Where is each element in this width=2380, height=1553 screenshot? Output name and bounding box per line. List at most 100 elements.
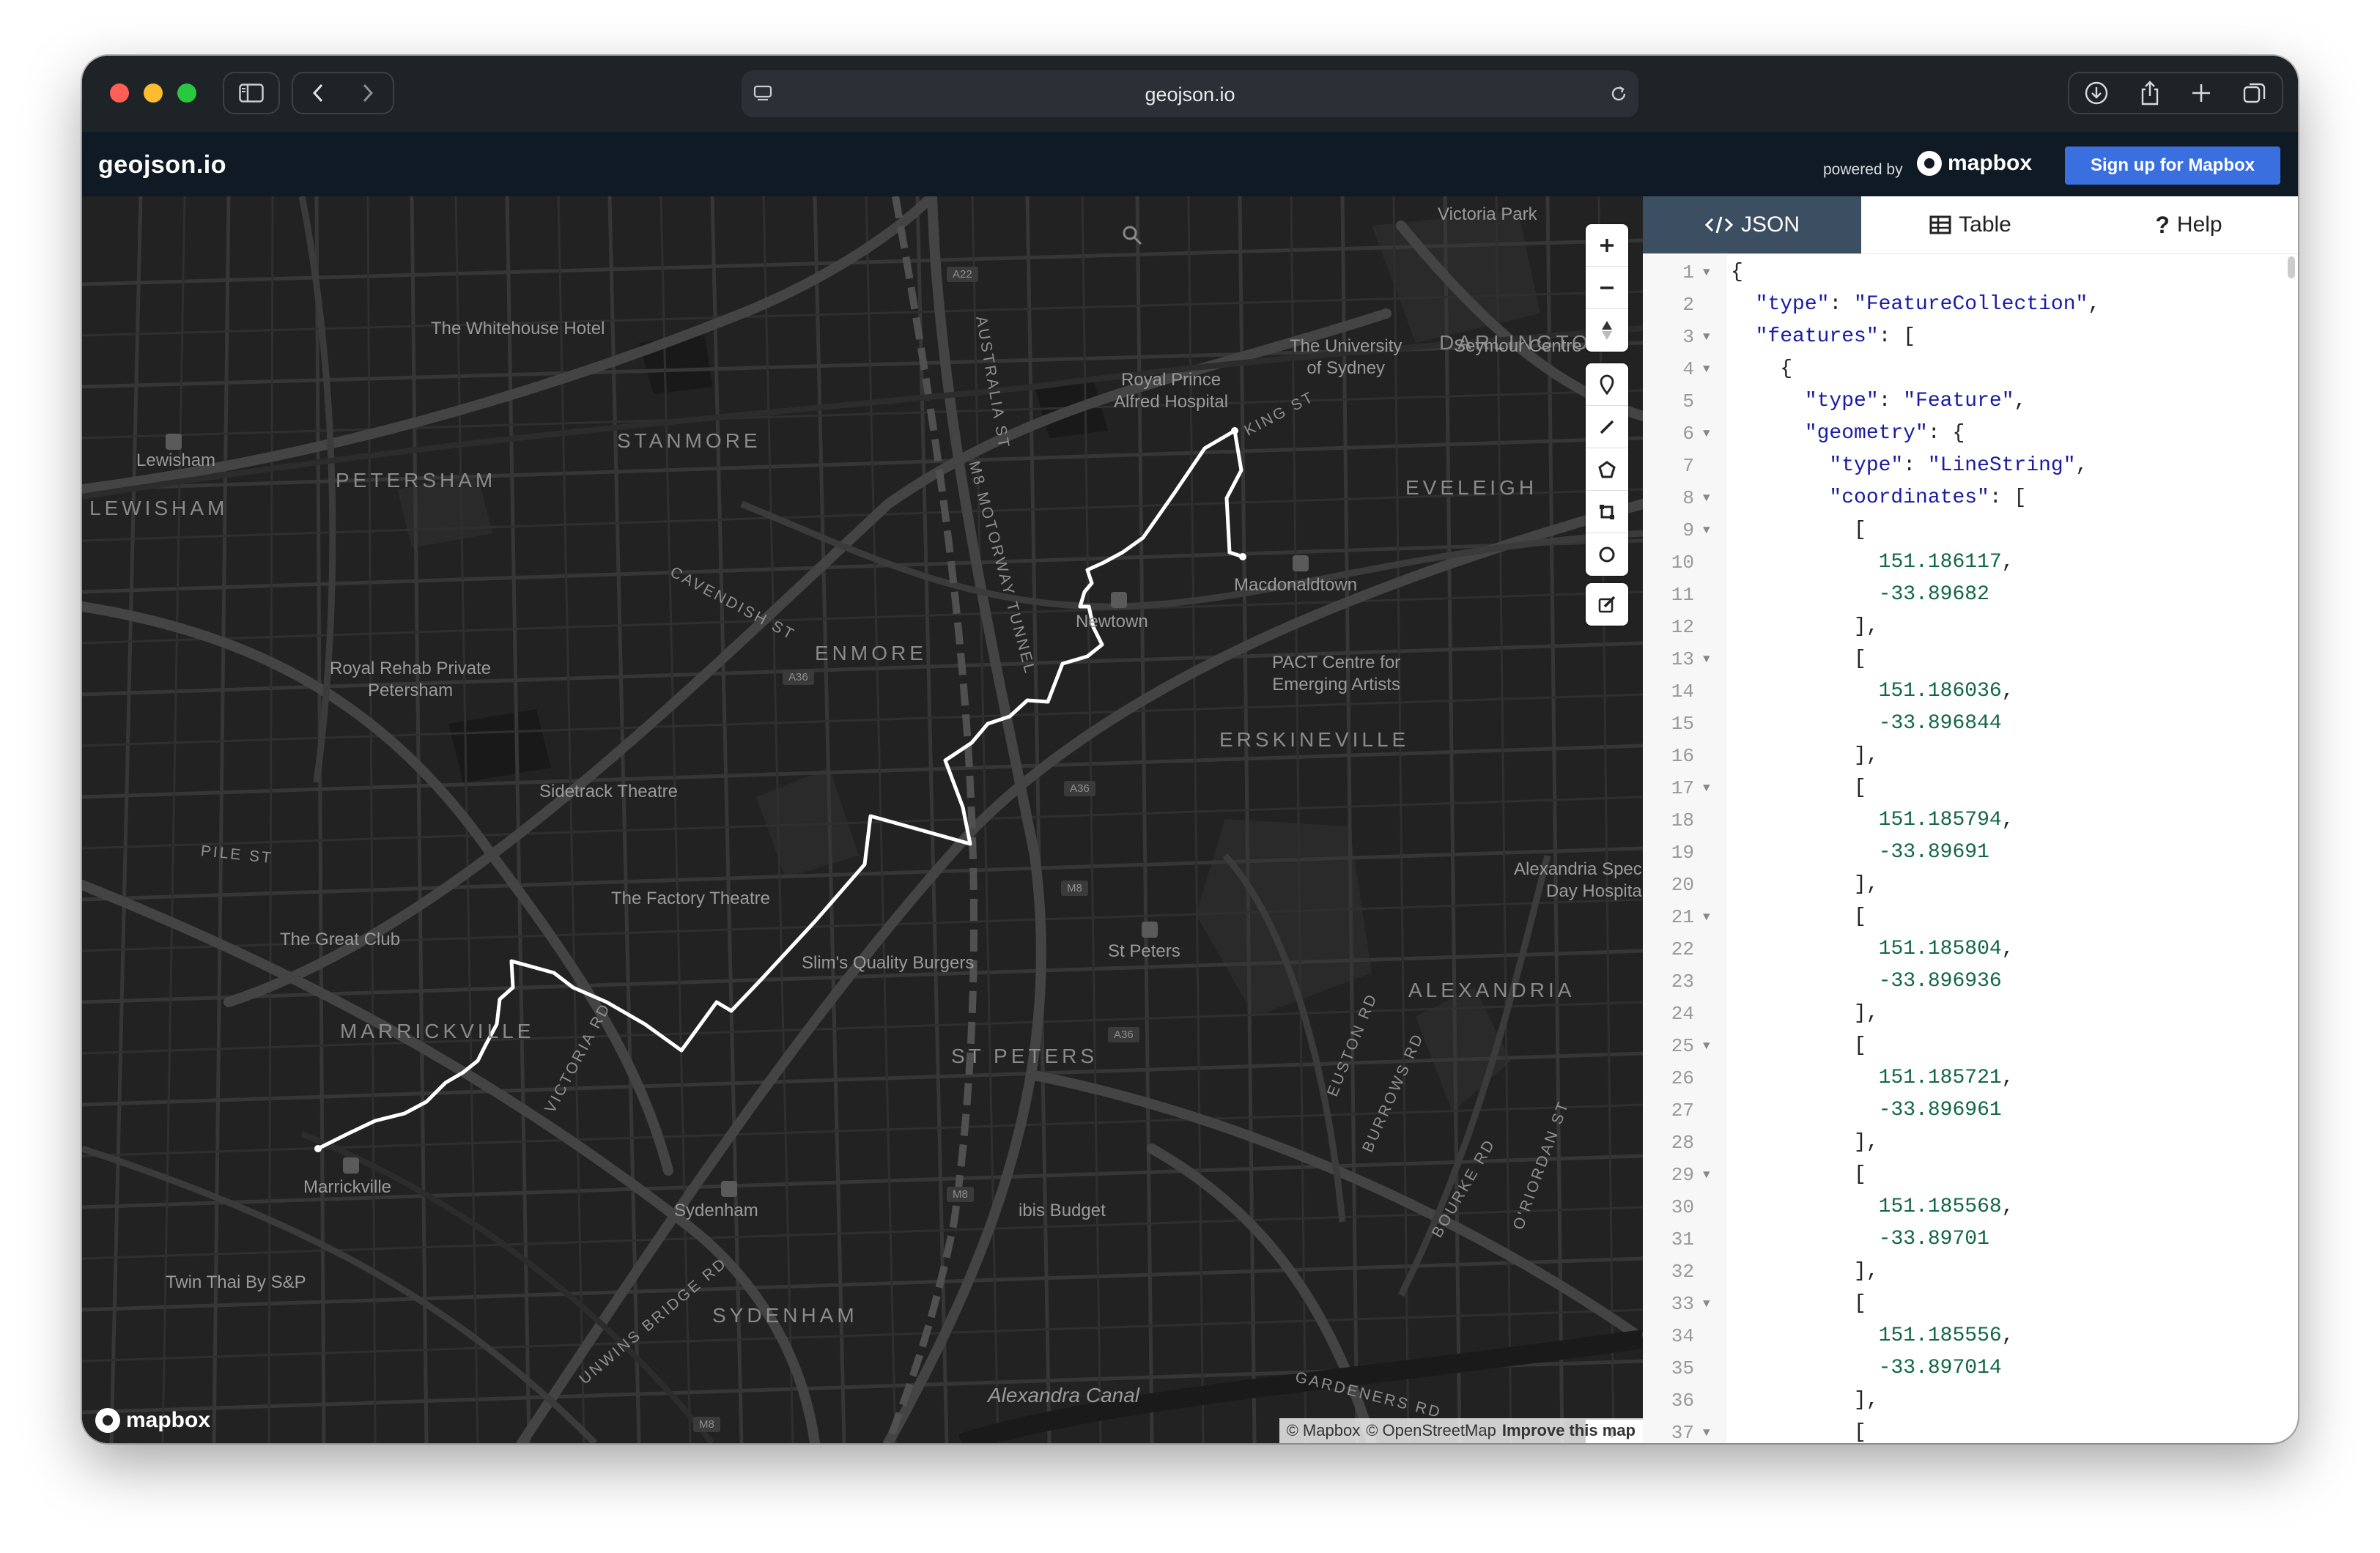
code-line[interactable]: 26 151.185721, [1643, 1062, 2298, 1094]
code-text: 151.186036, [1878, 680, 2014, 703]
tab-overview-icon[interactable] [2242, 81, 2267, 105]
new-tab-icon[interactable] [2190, 82, 2212, 104]
code-line[interactable]: 37 ▼ [ [1643, 1417, 2298, 1443]
fold-toggle-icon[interactable]: ▼ [1703, 901, 1710, 933]
table-icon [1929, 215, 1951, 234]
download-icon[interactable] [2084, 81, 2109, 105]
map-attribution: © Mapbox © OpenStreetMap Improve this ma… [1279, 1418, 1643, 1443]
code-line[interactable]: 2 "type": "FeatureCollection", [1643, 289, 2298, 321]
search-icon[interactable] [1121, 224, 1143, 246]
area-label-lewisham: LEWISHAM [89, 497, 229, 519]
fold-toggle-icon[interactable]: ▼ [1703, 1159, 1710, 1191]
fold-toggle-icon[interactable]: ▼ [1703, 514, 1710, 546]
edit-features-button[interactable] [1586, 583, 1628, 626]
fold-toggle-icon[interactable]: ▼ [1703, 353, 1710, 385]
code-text: [ [1731, 1421, 1866, 1443]
code-line[interactable]: 12 ], [1643, 611, 2298, 643]
code-line[interactable]: 24 ], [1643, 998, 2298, 1030]
zoom-in-button[interactable] [1586, 224, 1628, 267]
fold-toggle-icon[interactable]: ▼ [1703, 418, 1710, 450]
code-line[interactable]: 4 ▼ { [1643, 353, 2298, 385]
editor-scrollbar[interactable] [2288, 256, 2295, 278]
code-line[interactable]: 19 -33.89691 [1643, 837, 2298, 869]
draw-point-button[interactable] [1586, 363, 1628, 406]
mapbox-attribution-link[interactable]: © Mapbox [1287, 1421, 1361, 1440]
code-line[interactable]: 30 151.185568, [1643, 1191, 2298, 1223]
fold-toggle-icon[interactable]: ▼ [1703, 1030, 1710, 1062]
code-line[interactable]: 22 151.185804, [1643, 933, 2298, 965]
code-line[interactable]: 36 ], [1643, 1385, 2298, 1417]
code-line[interactable]: 16 ], [1643, 740, 2298, 772]
code-line[interactable]: 31 -33.89701 [1643, 1223, 2298, 1256]
code-line[interactable]: 27 -33.896961 [1643, 1094, 2298, 1127]
code-line[interactable]: 33 ▼ [ [1643, 1288, 2298, 1320]
code-line[interactable]: 18 151.185794, [1643, 804, 2298, 837]
compass-button[interactable] [1586, 309, 1628, 352]
train-station-icon [1142, 922, 1158, 938]
zoom-out-button[interactable] [1586, 267, 1628, 309]
fold-toggle-icon[interactable]: ▼ [1703, 256, 1710, 289]
fold-toggle-icon[interactable]: ▼ [1703, 1417, 1710, 1443]
code-line[interactable]: 21 ▼ [ [1643, 901, 2298, 933]
sidebar-toggle-button[interactable] [223, 72, 280, 114]
code-line[interactable]: 8 ▼ "coordinates": [ [1643, 482, 2298, 514]
improve-map-link[interactable]: Improve this map [1502, 1421, 1636, 1440]
json-editor[interactable]: 1 ▼ {2 "type": "FeatureCollection", 3 ▼ "fea… [1643, 253, 2298, 1443]
code-line[interactable]: 11 -33.89682 [1643, 579, 2298, 611]
place-label-lewisham: Lewisham [136, 451, 216, 470]
code-line[interactable]: 14 151.186036, [1643, 675, 2298, 708]
mapbox-header-logo[interactable]: mapbox [1917, 151, 2032, 176]
code-text: -33.896844 [1878, 712, 2002, 735]
draw-polygon-button[interactable] [1586, 448, 1628, 491]
line-number: 37 [1671, 1422, 1694, 1443]
code-line[interactable]: 35 -33.897014 [1643, 1352, 2298, 1385]
fold-toggle-icon[interactable]: ▼ [1703, 482, 1710, 514]
code-line[interactable]: 28 ], [1643, 1127, 2298, 1159]
code-line[interactable]: 10 151.186117, [1643, 546, 2298, 579]
app-title[interactable]: geojson.io [98, 151, 226, 179]
draw-rectangle-button[interactable] [1586, 491, 1628, 533]
line-number: 8 [1682, 487, 1694, 509]
zoom-window-button[interactable] [177, 84, 196, 103]
code-line[interactable]: 23 -33.896936 [1643, 965, 2298, 998]
code-line[interactable]: 20 ], [1643, 869, 2298, 901]
code-line[interactable]: 3 ▼ "features": [ [1643, 321, 2298, 353]
share-icon[interactable] [2139, 80, 2161, 106]
code-line[interactable]: 6 ▼ "geometry": { [1643, 418, 2298, 450]
tab-json[interactable]: JSON [1643, 196, 1861, 253]
code-text: ], [1731, 615, 1879, 638]
code-line[interactable]: 34 151.185556, [1643, 1320, 2298, 1352]
forward-button[interactable] [343, 84, 393, 103]
code-line[interactable]: 13 ▼ [ [1643, 643, 2298, 675]
map-canvas[interactable]: STANMORE PETERSHAM LEWISHAM ENMORE ERSKI… [82, 196, 1643, 1443]
code-line[interactable]: 17 ▼ [ [1643, 772, 2298, 804]
fold-toggle-icon[interactable]: ▼ [1703, 321, 1710, 353]
address-bar[interactable]: geojson.io [742, 70, 1638, 117]
minimize-window-button[interactable] [144, 84, 163, 103]
mapbox-map-logo[interactable]: mapbox [95, 1408, 210, 1433]
code-line[interactable]: 29 ▼ [ [1643, 1159, 2298, 1191]
signup-button[interactable]: Sign up for Mapbox [2065, 147, 2280, 185]
code-line[interactable]: 15 -33.896844 [1643, 708, 2298, 740]
url-text: geojson.io [1145, 84, 1235, 105]
code-line[interactable]: 32 ], [1643, 1256, 2298, 1288]
draw-circle-button[interactable] [1586, 533, 1628, 576]
code-line[interactable]: 1 ▼ { [1643, 256, 2298, 289]
place-label-alexandria-day-hospital: Alexandria Spec Day Hospita [1514, 859, 1642, 901]
plus-icon [1600, 238, 1614, 252]
close-window-button[interactable] [110, 84, 129, 103]
circle-icon [1599, 546, 1615, 563]
osm-attribution-link[interactable]: © OpenStreetMap [1366, 1421, 1496, 1440]
draw-line-button[interactable] [1586, 406, 1628, 448]
code-line[interactable]: 5 "type": "Feature", [1643, 385, 2298, 418]
code-line[interactable]: 25 ▼ [ [1643, 1030, 2298, 1062]
fold-toggle-icon[interactable]: ▼ [1703, 643, 1710, 675]
back-button[interactable] [293, 84, 343, 103]
code-line[interactable]: 7 "type": "LineString", [1643, 450, 2298, 482]
reload-icon[interactable] [1609, 84, 1628, 103]
code-line[interactable]: 9 ▼ [ [1643, 514, 2298, 546]
tab-table[interactable]: Table [1861, 196, 2080, 253]
tab-help[interactable]: ? Help [2080, 196, 2298, 253]
fold-toggle-icon[interactable]: ▼ [1703, 1288, 1710, 1320]
fold-toggle-icon[interactable]: ▼ [1703, 772, 1710, 804]
